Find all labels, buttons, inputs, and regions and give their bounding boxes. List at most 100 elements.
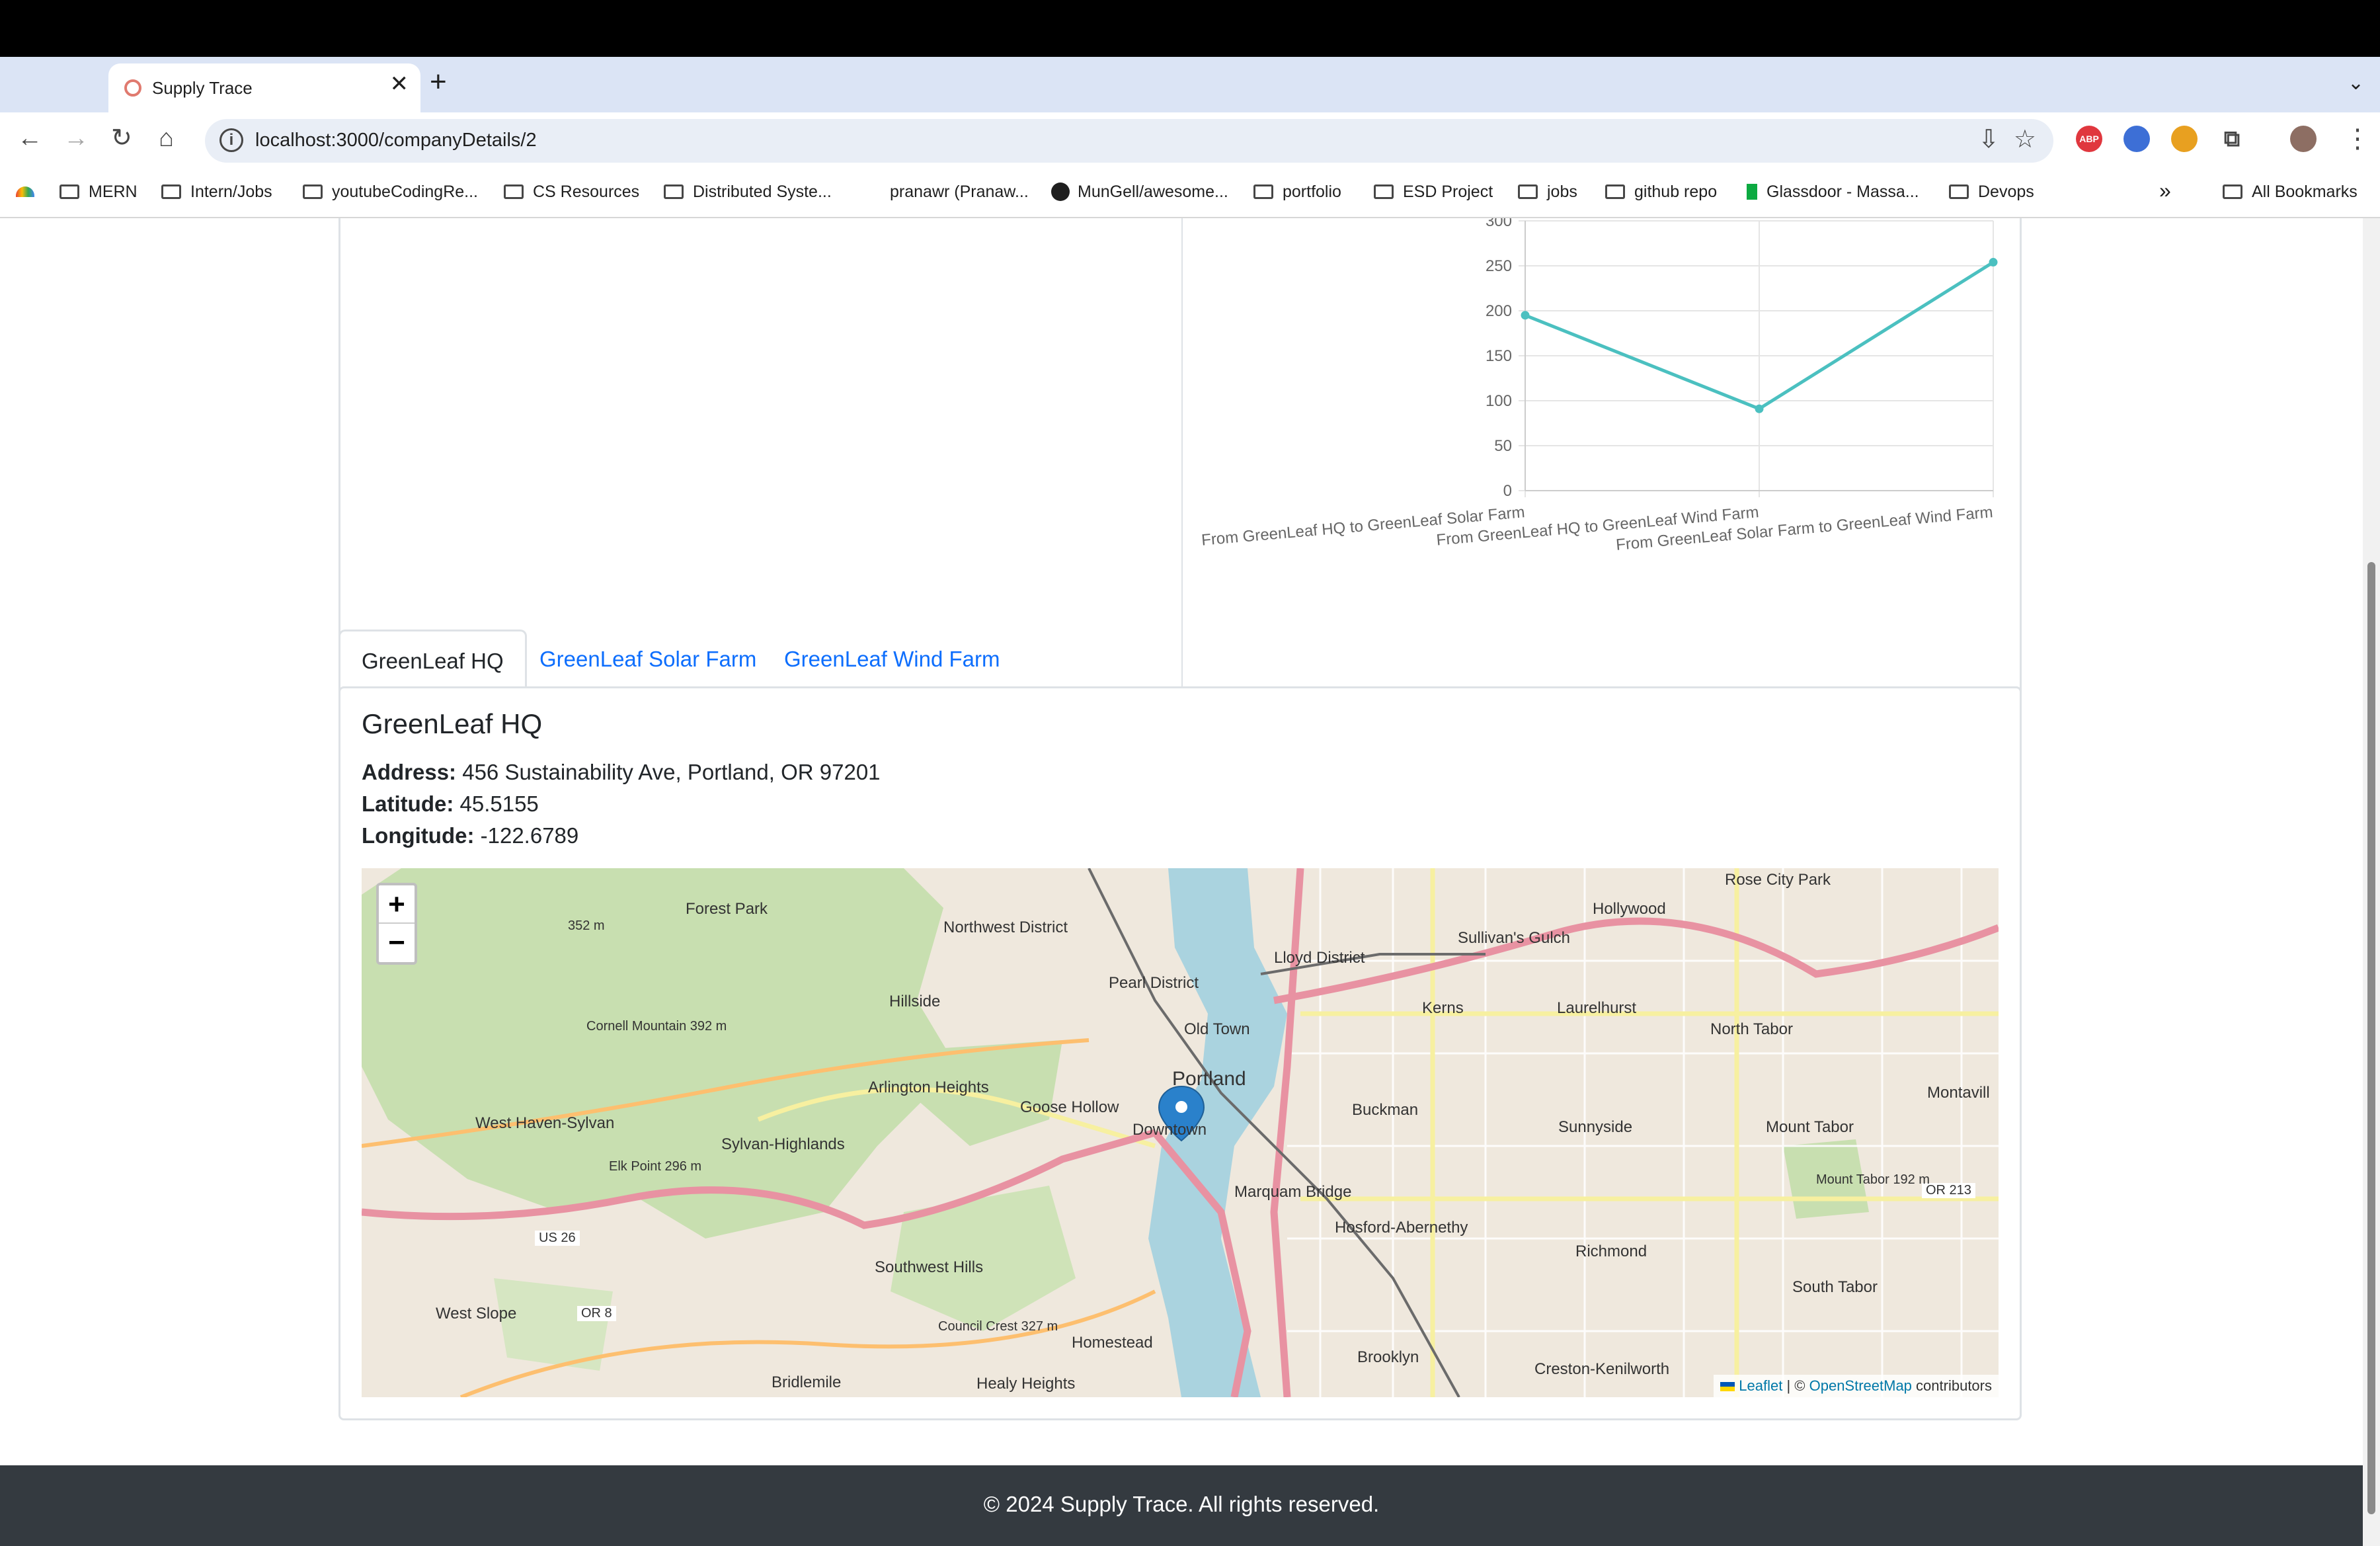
site-info-icon[interactable]: i bbox=[219, 128, 243, 152]
folder-icon bbox=[504, 184, 524, 199]
map-label: Southwest Hills bbox=[875, 1258, 984, 1276]
bookmarks-bar: MERN Intern/Jobs youtubeCodingRe... CS R… bbox=[0, 169, 2380, 218]
folder-icon bbox=[1605, 184, 1625, 199]
map-label: Healy Heights bbox=[976, 1375, 1076, 1393]
location-detail-card: GreenLeaf HQ Address: 456 Sustainability… bbox=[338, 686, 2022, 1420]
extension-blue-icon[interactable] bbox=[2123, 126, 2150, 152]
browser-tab[interactable]: Supply Trace ✕ bbox=[108, 63, 420, 112]
openstreetmap-link[interactable]: OpenStreetMap bbox=[1809, 1377, 1912, 1394]
bookmark-link[interactable]: pranawr (Pranaw... bbox=[890, 183, 1029, 202]
url-text[interactable]: localhost:3000/companyDetails/2 bbox=[255, 130, 537, 151]
folder-icon bbox=[303, 184, 323, 199]
y-tick-label: 0 bbox=[1503, 482, 1512, 500]
scrollbar-thumb[interactable] bbox=[2367, 562, 2375, 1514]
bookmark-folder[interactable]: MERN bbox=[60, 183, 138, 202]
y-tick-label: 100 bbox=[1486, 392, 1512, 410]
map-label: Laurelhurst bbox=[1557, 999, 1637, 1017]
tab-greenleaf-hq[interactable]: GreenLeaf HQ bbox=[338, 630, 527, 689]
y-tick-label: 300 bbox=[1486, 218, 1512, 230]
new-tab-button[interactable]: + bbox=[430, 67, 447, 97]
y-tick-label: 250 bbox=[1486, 257, 1512, 275]
longitude-field: Longitude: -122.6789 bbox=[362, 823, 579, 848]
y-tick-label: 50 bbox=[1494, 437, 1512, 455]
page-scrollbar[interactable] bbox=[2363, 218, 2380, 1546]
tab-title: Supply Trace bbox=[152, 78, 253, 98]
map-label: Homestead bbox=[1072, 1334, 1153, 1352]
extensions-puzzle-icon[interactable]: ⧉ bbox=[2219, 126, 2245, 152]
extension-honey-icon[interactable] bbox=[2171, 126, 2198, 152]
y-tick-label: 150 bbox=[1486, 347, 1512, 365]
tab-greenleaf-wind-farm[interactable]: GreenLeaf Wind Farm bbox=[763, 630, 1021, 689]
bookmark-apps-icon[interactable] bbox=[16, 183, 34, 202]
map-label: OR 213 bbox=[1922, 1183, 1975, 1198]
close-tab-icon[interactable]: ✕ bbox=[390, 73, 409, 95]
page-viewport: 0 50 100 150 200 250 300 From GreenLeaf HQ to G… bbox=[0, 218, 2380, 1546]
location-tabs: GreenLeaf HQ GreenLeaf Solar Farm GreenL… bbox=[338, 630, 2022, 689]
bookmarks-overflow-icon[interactable]: » bbox=[2159, 179, 2171, 203]
map-label: Cornell Mountain 392 m bbox=[586, 1019, 727, 1034]
map-label: North Tabor bbox=[1710, 1020, 1793, 1038]
bookmark-folder[interactable]: youtubeCodingRe... bbox=[303, 183, 478, 202]
tab-greenleaf-solar-farm[interactable]: GreenLeaf Solar Farm bbox=[518, 630, 777, 689]
map-label: Forest Park bbox=[686, 900, 768, 918]
map-label: Portland bbox=[1172, 1068, 1246, 1090]
page-footer: © 2024 Supply Trace. All rights reserved… bbox=[0, 1465, 2363, 1546]
data-point bbox=[1989, 258, 1998, 267]
bookmark-link[interactable]: MunGell/awesome... bbox=[1051, 183, 1228, 202]
map-label: Hosford-Abernethy bbox=[1335, 1219, 1468, 1237]
map-label: Hillside bbox=[889, 993, 941, 1010]
map-label: West Haven-Sylvan bbox=[475, 1114, 615, 1132]
back-button[interactable]: ← bbox=[17, 126, 42, 151]
folder-icon bbox=[2223, 184, 2242, 199]
bookmark-folder[interactable]: github repo bbox=[1605, 183, 1717, 202]
map-label: Bridlemile bbox=[772, 1373, 842, 1391]
map-label: Rose City Park bbox=[1725, 871, 1831, 889]
map-label: Creston-Kenilworth bbox=[1534, 1360, 1670, 1378]
map-label: 352 m bbox=[568, 918, 605, 933]
zoom-out-button[interactable]: − bbox=[379, 924, 415, 962]
map-label: Kerns bbox=[1422, 999, 1464, 1017]
adblock-extension-icon[interactable]: ABP bbox=[2076, 126, 2102, 152]
bookmark-folder[interactable]: Distributed Syste... bbox=[664, 183, 832, 202]
map-label: Lloyd District bbox=[1274, 949, 1365, 967]
tab-search-icon[interactable]: ⌄ bbox=[2348, 71, 2364, 95]
map-label: Pearl District bbox=[1109, 974, 1199, 992]
map-label: OR 8 bbox=[577, 1306, 616, 1321]
attribution-contributors: contributors bbox=[1916, 1377, 1992, 1394]
browser-menu-icon[interactable]: ⋮ bbox=[2344, 126, 2371, 152]
install-app-icon[interactable]: ⇩ bbox=[1978, 127, 1999, 152]
forward-button[interactable]: → bbox=[63, 126, 89, 151]
home-button[interactable]: ⌂ bbox=[159, 126, 174, 151]
bookmark-folder[interactable]: Devops bbox=[1949, 183, 2034, 202]
bookmark-star-icon[interactable]: ☆ bbox=[2014, 127, 2036, 152]
map-label: Sunnyside bbox=[1558, 1118, 1633, 1136]
zoom-in-button[interactable]: + bbox=[379, 885, 415, 924]
map-label: Goose Hollow bbox=[1020, 1098, 1119, 1116]
map-label: Hollywood bbox=[1593, 900, 1666, 918]
map-label: Marquam Bridge bbox=[1234, 1183, 1352, 1201]
folder-icon bbox=[664, 184, 684, 199]
bookmark-folder[interactable]: Intern/Jobs bbox=[161, 183, 272, 202]
leaflet-link[interactable]: Leaflet bbox=[1739, 1377, 1782, 1394]
map-label: US 26 bbox=[535, 1231, 580, 1246]
map-label: Elk Point 296 m bbox=[609, 1159, 702, 1174]
address-bar[interactable]: i localhost:3000/companyDetails/2 ⇩ ☆ bbox=[205, 119, 2053, 163]
map-label: South Tabor bbox=[1792, 1278, 1878, 1296]
bookmark-folder[interactable]: jobs bbox=[1518, 183, 1577, 202]
leaflet-map[interactable]: Forest Park Northwest District Pearl Dis… bbox=[362, 868, 1999, 1397]
bookmark-link[interactable]: Glassdoor - Massa... bbox=[1747, 183, 1919, 202]
bookmark-folder[interactable]: ESD Project bbox=[1374, 183, 1493, 202]
reload-button[interactable]: ↻ bbox=[111, 126, 132, 151]
folder-icon bbox=[161, 184, 181, 199]
data-point bbox=[1755, 404, 1764, 413]
glassdoor-icon bbox=[1747, 184, 1757, 200]
map-label: Sylvan-Highlands bbox=[721, 1135, 845, 1153]
bookmark-folder[interactable]: CS Resources bbox=[504, 183, 639, 202]
profile-avatar[interactable] bbox=[2290, 126, 2317, 152]
map-label: Old Town bbox=[1184, 1020, 1250, 1038]
folder-icon bbox=[1518, 184, 1538, 199]
all-bookmarks-folder[interactable]: All Bookmarks bbox=[2223, 183, 2358, 202]
folder-icon bbox=[60, 184, 79, 199]
map-label: Mount Tabor bbox=[1766, 1118, 1854, 1136]
bookmark-folder[interactable]: portfolio bbox=[1253, 183, 1341, 202]
